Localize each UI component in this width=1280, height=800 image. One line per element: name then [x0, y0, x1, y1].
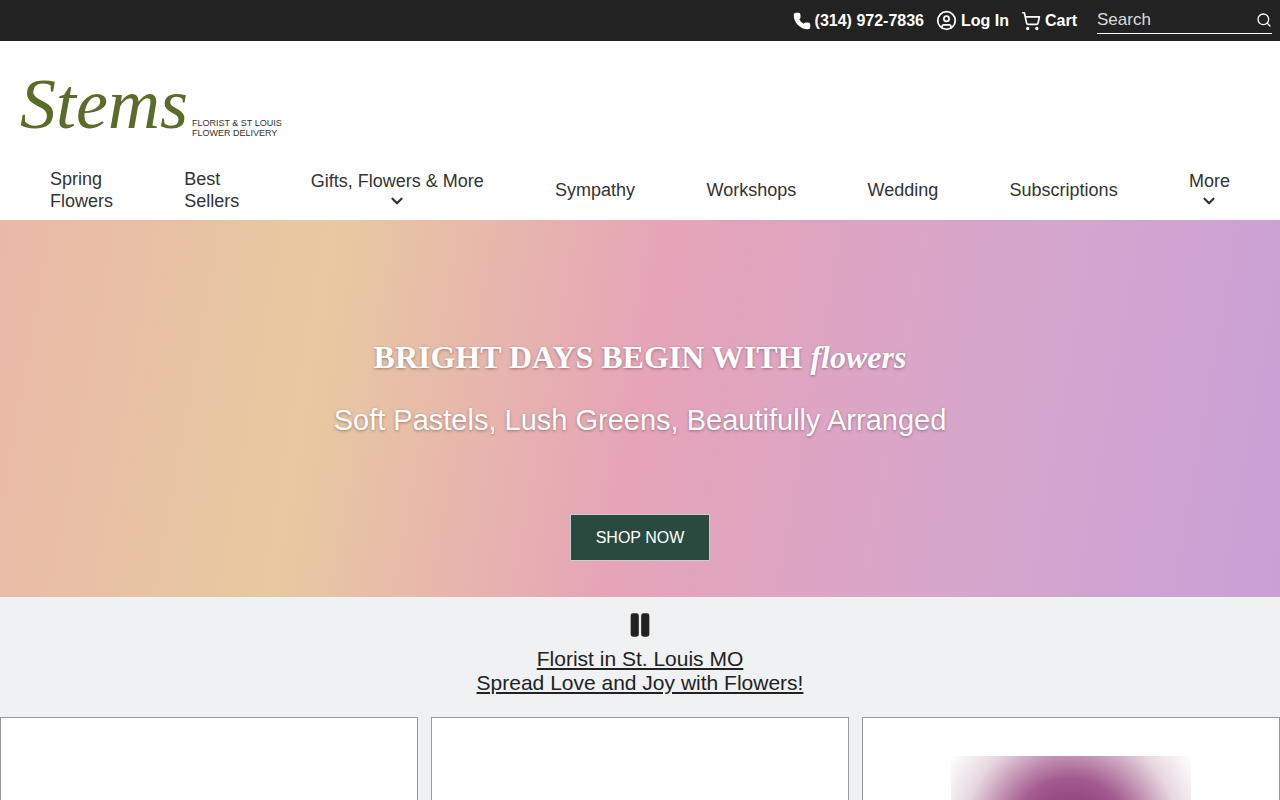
login-link[interactable]: Log In [936, 9, 1009, 33]
product-card[interactable] [862, 717, 1280, 800]
nav-item[interactable]: Gifts, Flowers & More [311, 170, 484, 210]
shop-now-button[interactable]: SHOP NOW [570, 514, 710, 561]
cart-link[interactable]: Cart [1021, 9, 1077, 33]
nav-item[interactable]: Best Sellers [184, 168, 239, 212]
nav-item[interactable]: Sympathy [555, 179, 635, 201]
product-image [951, 756, 1191, 800]
phone-link[interactable]: (314) 972-7836 [793, 9, 924, 33]
hero-banner: BRIGHT DAYS BEGIN WITH flowers Soft Paste… [0, 220, 1280, 597]
top-bar: (314) 972-7836 Log In Cart [0, 0, 1280, 41]
chevron-down-icon [1200, 192, 1218, 210]
page: (314) 972-7836 Log In Cart StemsFLORIST & S… [0, 0, 1280, 800]
product-card[interactable] [431, 717, 849, 800]
phone-icon [793, 12, 811, 30]
nav-item[interactable]: Workshops [706, 179, 796, 201]
user-icon [936, 10, 957, 31]
pause-icon[interactable] [626, 611, 654, 639]
intro-link[interactable]: Spread Love and Joy with Flowers! [477, 671, 804, 695]
intro: Florist in St. Louis MOSpread Love and J… [0, 597, 1280, 717]
search-input[interactable] [1097, 7, 1256, 33]
logo[interactable]: StemsFLORIST & ST LOUISFLOWER DELIVERY [0, 41, 1280, 160]
main-nav: Spring Flowers Best Sellers Gifts, Flowers… [0, 160, 1280, 220]
chevron-down-icon [388, 192, 406, 210]
nav-item[interactable]: Wedding [868, 179, 939, 201]
search-field [1097, 7, 1272, 34]
header: StemsFLORIST & ST LOUISFLOWER DELIVERYSp… [0, 41, 1280, 220]
product-card[interactable] [0, 717, 418, 800]
hero-subtitle: Soft Pastels, Lush Greens, Beautifully A… [334, 402, 947, 438]
intro-link[interactable]: Florist in St. Louis MO [537, 647, 744, 671]
nav-item[interactable]: Spring Flowers [50, 168, 113, 212]
nav-item[interactable]: Subscriptions [1010, 179, 1118, 201]
hero-title: BRIGHT DAYS BEGIN WITH flowers [374, 337, 907, 377]
cart-icon [1021, 11, 1041, 31]
search-icon[interactable] [1256, 12, 1272, 28]
product-grid [0, 717, 1280, 800]
nav-item[interactable]: More [1189, 170, 1230, 210]
